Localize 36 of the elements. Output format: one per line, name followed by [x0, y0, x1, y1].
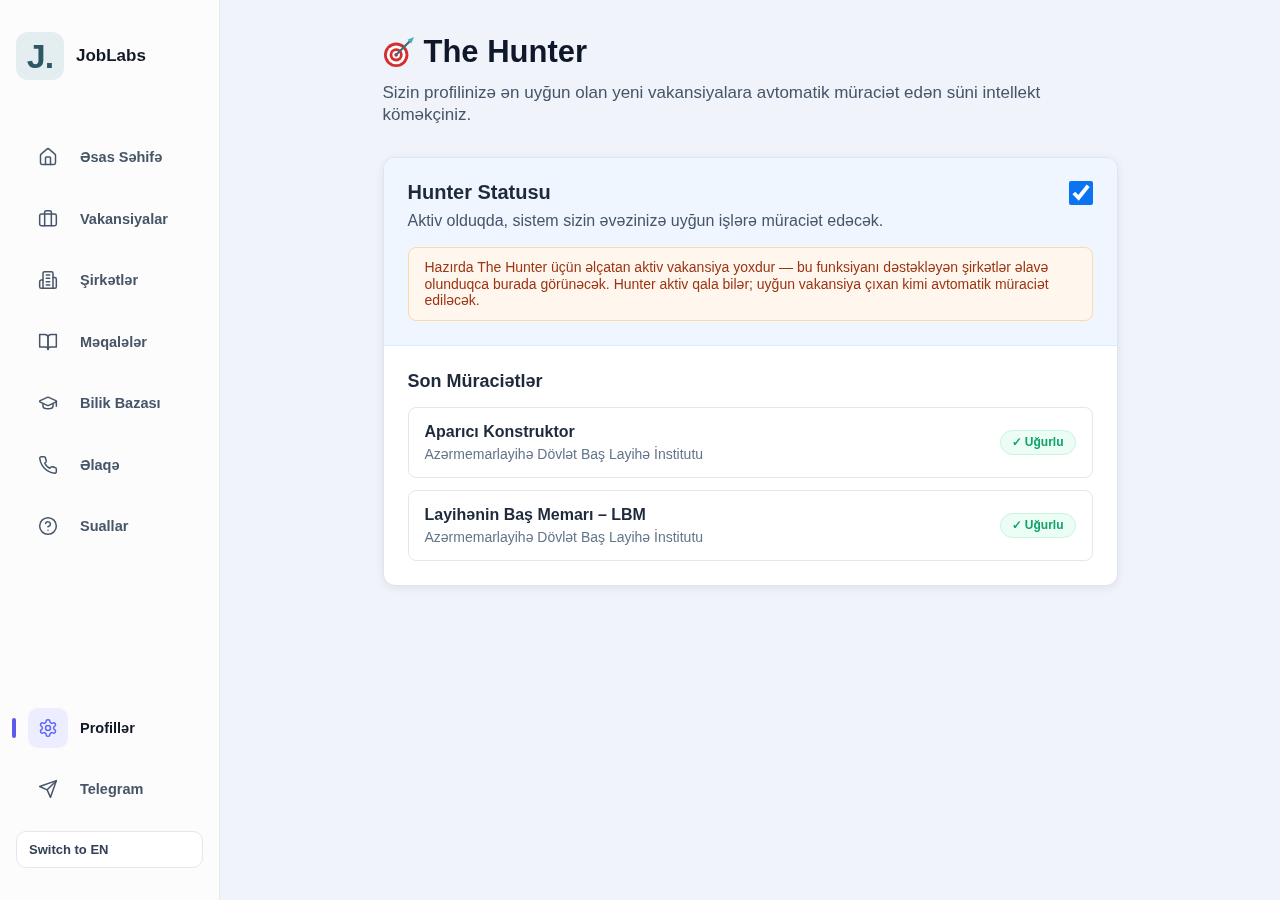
graduation-cap-icon	[38, 393, 58, 413]
phone-icon	[38, 454, 58, 475]
language-switch-button[interactable]: Switch to EN	[16, 831, 203, 868]
nav-item[interactable]: Əsas Səhifə	[12, 137, 207, 177]
warning-message: Hazırda The Hunter üçün əlçatan aktiv vakansiya yoxdur — bu funksiyanı dəstəkləyən şirkətlər əlavə olunduqca burada görünəcək. Hunter aktiv qala bilər; uyğun vakansiya çıxan kimi avtomatik müraciət ediləcək.	[407, 247, 1093, 321]
brand-name: JobLabs	[76, 46, 146, 66]
settings-icon	[28, 708, 68, 748]
briefcase-icon	[38, 208, 58, 229]
paper-plane-icon	[38, 779, 58, 799]
status-description: Aktiv olduqda, sistem sizin əvəzinizə uyğun işlərə müraciət edəcək.	[407, 211, 885, 231]
job-title: Aparıcı Konstruktor	[424, 421, 576, 442]
company-name: Azərmemarlayihə Dövlət Baş Layihə İnstitutu	[424, 527, 704, 546]
nav-item[interactable]: Profillər	[12, 708, 207, 748]
nav-item[interactable]: Məqalələr	[12, 321, 207, 362]
job-title: Layihənin Baş Memarı – LBM	[424, 504, 647, 525]
page-subtitle: Sizin profilinizə ən uyğun olan yeni vakansiyalara avtomatik müraciət edən süni intellekt köməkçiniz.	[382, 82, 1042, 126]
nav-item[interactable]: Suallar	[12, 506, 207, 546]
nav-item[interactable]: Vakansiyalar	[12, 198, 207, 239]
status-checkbox[interactable]	[1068, 181, 1093, 205]
status-badge: ✓ Uğurlu	[999, 512, 1076, 538]
status-badge: ✓ Uğurlu	[999, 429, 1076, 455]
building-icon	[38, 270, 58, 290]
nav-item[interactable]: Bilik Bazası	[12, 383, 207, 423]
status-title: Hunter Statusu	[407, 180, 551, 204]
nav-item[interactable]: Şirkətlər	[12, 260, 207, 300]
active-indicator	[12, 718, 16, 738]
nav-item[interactable]: Əlaqə	[12, 444, 207, 485]
page-title: The Hunter	[423, 34, 588, 70]
nav-item[interactable]: Telegram	[12, 769, 207, 809]
logo-mark: J.	[16, 32, 64, 80]
home-icon	[38, 147, 58, 167]
section-title: Son Müraciətlər	[407, 369, 544, 392]
company-name: Azərmemarlayihə Dövlət Baş Layihə İnstitutu	[424, 444, 704, 463]
help-icon	[38, 516, 58, 536]
target-dart-icon	[382, 36, 415, 68]
book-icon	[38, 331, 58, 352]
